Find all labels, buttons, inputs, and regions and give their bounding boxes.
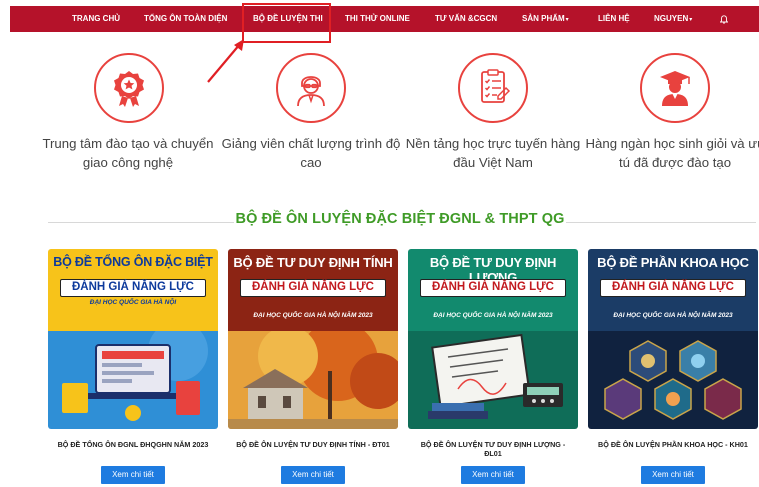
course-card-2[interactable]: BỘ ĐỀ TƯ DUY ĐỊNH TÍNH ĐÁNH GIÁ NĂNG LỰC…: [228, 249, 398, 429]
nav-item-home[interactable]: TRANG CHỦ: [72, 6, 120, 32]
nav-item-contact[interactable]: LIÊN HỆ: [598, 6, 630, 32]
card-3-title[interactable]: BỘ ĐỀ ÔN LUYỆN TƯ DUY ĐỊNH LƯỢNG - ĐL01: [403, 440, 583, 458]
top-navigation-bar: TRANG CHỦ TỔNG ÔN TOÀN DIỆN BỘ ĐỀ LUYỆN …: [10, 6, 759, 32]
card-pill-label: ĐÁNH GIÁ NĂNG LỰC: [240, 279, 386, 297]
card-2-title[interactable]: BỘ ĐỀ ÔN LUYỆN TƯ DUY ĐỊNH TÍNH - ĐT01: [223, 440, 403, 449]
teacher-icon: [297, 76, 325, 107]
section-divider-right: [566, 222, 756, 223]
feature-text-1: Trung tâm đào tạo và chuyển giao công ng…: [42, 136, 214, 170]
card-heading: BỘ ĐỀ TỔNG ÔN ĐẶC BIỆT: [53, 255, 213, 269]
online-checklist-icon: [481, 69, 511, 103]
user-name-label: NGUYEN: [654, 14, 689, 23]
card-heading: BỘ ĐỀ PHẦN KHOA HỌC: [597, 255, 749, 270]
chevron-down-icon: ▾: [689, 17, 693, 23]
course-card-1[interactable]: BỘ ĐỀ TỔNG ÔN ĐẶC BIỆT ĐÁNH GIÁ NĂNG LỰC…: [48, 249, 218, 429]
feature-icon-circle-4: [640, 53, 710, 123]
nav-item-consulting[interactable]: TƯ VẤN &CGCN: [435, 6, 497, 32]
nav-item-practice-tests[interactable]: BỘ ĐỀ LUYỆN THI: [253, 6, 323, 32]
card-subtitle: ĐẠI HỌC QUỐC GIA HÀ NỘI NĂM 2023: [253, 312, 373, 319]
annotation-arrow-icon: [207, 39, 244, 83]
feature-icon-circle-1: [94, 53, 164, 123]
award-medal-icon: [114, 71, 144, 107]
card-4-illustration: [588, 331, 758, 429]
chevron-down-icon: ▾: [565, 17, 569, 23]
view-details-button-4[interactable]: Xem chi tiết: [641, 466, 705, 484]
view-details-button-2[interactable]: Xem chi tiết: [281, 466, 345, 484]
card-subtitle: ĐẠI HỌC QUỐC GIA HÀ NỘI: [89, 299, 177, 306]
nav-item-comprehensive-review[interactable]: TỔNG ÔN TOÀN DIỆN: [144, 6, 227, 32]
card-pill-label: ĐÁNH GIÁ NĂNG LỰC: [600, 279, 746, 297]
card-1-title[interactable]: BỘ ĐỀ TỔNG ÔN ĐGNL ĐHQGHN NĂM 2023: [43, 440, 223, 449]
course-card-3[interactable]: BỘ ĐỀ TƯ DUY ĐỊNH LƯỢNG ĐÁNH GIÁ NĂNG LỰ…: [408, 249, 578, 429]
card-1-illustration: [48, 331, 218, 429]
course-card-4[interactable]: BỘ ĐỀ PHẦN KHOA HỌC ĐÁNH GIÁ NĂNG LỰC ĐẠ…: [588, 249, 758, 429]
view-details-button-1[interactable]: Xem chi tiết: [101, 466, 165, 484]
feature-text-4: Hàng ngàn học sinh giỏi và ưu tú đã được…: [585, 136, 759, 170]
section-divider-left: [48, 222, 234, 223]
card-3-illustration: [408, 331, 578, 429]
feature-icon-circle-3: [458, 53, 528, 123]
nav-item-products[interactable]: SẢN PHẨM▾: [522, 6, 569, 32]
view-details-button-3[interactable]: Xem chi tiết: [461, 466, 525, 484]
feature-icon-circle-2: [276, 53, 346, 123]
feature-text-2: Giảng viên chất lượng trình độ cao: [221, 136, 401, 170]
card-pill-label: ĐÁNH GIÁ NĂNG LỰC: [420, 279, 566, 297]
feature-text-3: Nền tảng học trực tuyến hàng đầu Việt Na…: [405, 136, 581, 170]
section-title: BỘ ĐỀ ÔN LUYỆN ĐẶC BIỆT ĐGNL & THPT QG: [235, 211, 565, 227]
graduate-student-icon: [660, 71, 690, 106]
card-heading: BỘ ĐỀ TƯ DUY ĐỊNH TÍNH: [233, 255, 393, 270]
nav-item-user-account[interactable]: NGUYEN▾: [654, 6, 692, 32]
card-2-illustration: [228, 331, 398, 429]
card-subtitle: ĐẠI HỌC QUỐC GIA HÀ NỘI NĂM 2023: [433, 312, 553, 319]
card-pill-label: ĐÁNH GIÁ NĂNG LỰC: [60, 279, 206, 297]
card-4-title[interactable]: BỘ ĐỀ ÔN LUYỆN PHẦN KHOA HỌC - KH01: [583, 440, 759, 449]
nav-item-online-exam[interactable]: THI THỬ ONLINE: [345, 6, 410, 32]
card-subtitle: ĐẠI HỌC QUỐC GIA HÀ NỘI NĂM 2023: [613, 312, 733, 319]
nav-item-products-label: SẢN PHẨM: [522, 14, 565, 23]
bell-icon[interactable]: [720, 15, 728, 24]
